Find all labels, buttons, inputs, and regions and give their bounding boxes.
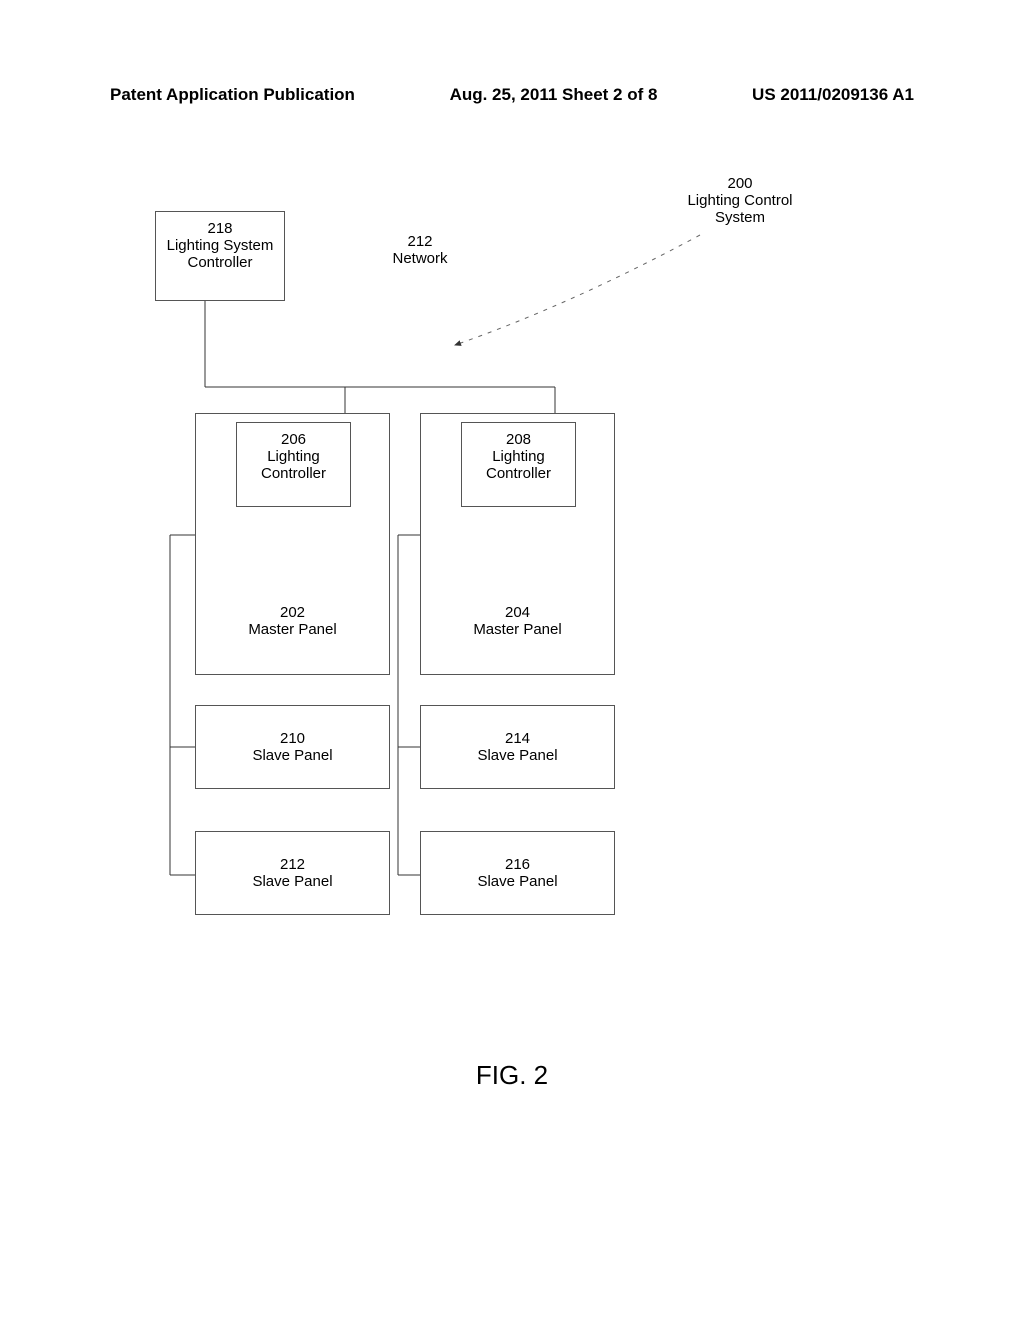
label-num: 210: [204, 730, 381, 747]
label-text: Slave Panel: [429, 873, 606, 890]
header: Patent Application Publication Aug. 25, …: [110, 85, 914, 105]
figure-caption: FIG. 2: [0, 1060, 1024, 1091]
label-master-202: 202 Master Panel: [196, 604, 389, 638]
label-num: 204: [421, 604, 614, 621]
label-num: 216: [429, 856, 606, 873]
box-slave-210: 210 Slave Panel: [195, 705, 390, 789]
label-system: 200 Lighting Control System: [670, 175, 810, 226]
label-text: Lighting System Controller: [164, 237, 276, 271]
label-text: Lighting Control System: [670, 192, 810, 226]
label-num: 202: [196, 604, 389, 621]
label-num: 208: [470, 431, 567, 448]
label-text: Slave Panel: [204, 747, 381, 764]
diagram: 218 Lighting System Controller 212 Netwo…: [110, 175, 910, 1075]
label-network: 212 Network: [370, 233, 470, 267]
label-text: Slave Panel: [429, 747, 606, 764]
box-master-panel-202: 206 Lighting Controller 202 Master Panel: [195, 413, 390, 675]
label-text: Lighting Controller: [245, 448, 342, 482]
header-center: Aug. 25, 2011 Sheet 2 of 8: [450, 85, 658, 105]
box-master-panel-204: 208 Lighting Controller 204 Master Panel: [420, 413, 615, 675]
label-text: Master Panel: [196, 621, 389, 638]
header-right: US 2011/0209136 A1: [752, 85, 914, 105]
label-num: 212: [370, 233, 470, 250]
box-lighting-controller-208: 208 Lighting Controller: [461, 422, 576, 507]
box-lighting-system-controller: 218 Lighting System Controller: [155, 211, 285, 301]
box-slave-212: 212 Slave Panel: [195, 831, 390, 915]
label-text: Network: [370, 250, 470, 267]
box-slave-216: 216 Slave Panel: [420, 831, 615, 915]
label-num: 200: [670, 175, 810, 192]
label-num: 206: [245, 431, 342, 448]
label-num: 214: [429, 730, 606, 747]
box-lighting-controller-206: 206 Lighting Controller: [236, 422, 351, 507]
label-num: 212: [204, 856, 381, 873]
label-text: Master Panel: [421, 621, 614, 638]
label-num: 218: [164, 220, 276, 237]
label-master-204: 204 Master Panel: [421, 604, 614, 638]
label-text: Lighting Controller: [470, 448, 567, 482]
label-text: Slave Panel: [204, 873, 381, 890]
header-left: Patent Application Publication: [110, 85, 355, 105]
box-slave-214: 214 Slave Panel: [420, 705, 615, 789]
